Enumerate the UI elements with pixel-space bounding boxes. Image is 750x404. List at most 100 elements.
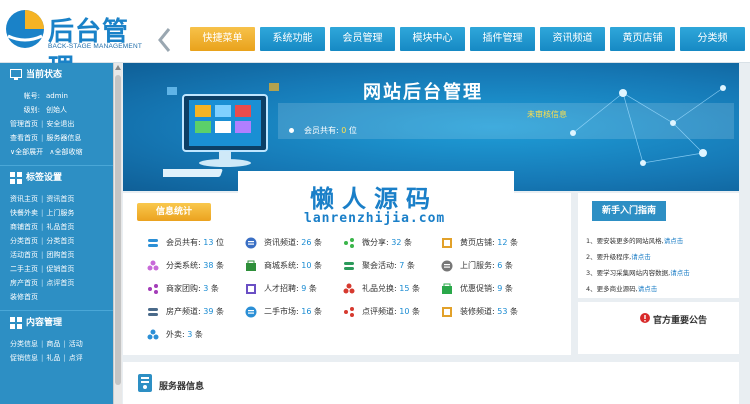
stat-value: 13: [203, 238, 214, 247]
stat-item[interactable]: 分类系统: 38 条: [147, 258, 257, 274]
nav-tab-7[interactable]: 分类频: [680, 27, 745, 51]
stat-unit: 条: [411, 307, 420, 316]
sidebar-link[interactable]: 促销信息: [10, 351, 38, 365]
stat-label: 礼品兑换:: [362, 284, 397, 293]
stat-item[interactable]: 商城系统: 10 条: [245, 258, 355, 274]
guide-item: 1、要安装更多的网站风格,请点击: [586, 233, 690, 249]
stat-item[interactable]: 聚会活动: 7 条: [343, 258, 453, 274]
logo-globe-icon: [6, 10, 44, 48]
sidebar-link[interactable]: 促销首页: [46, 262, 74, 276]
logout-link[interactable]: 安全退出: [46, 117, 74, 131]
account-label: 帐号:: [23, 92, 40, 100]
stat-item[interactable]: 资讯频道: 26 条: [245, 235, 355, 251]
collapse-all-link[interactable]: ∧全部收缩: [49, 145, 82, 159]
stat-unit: 条: [313, 261, 322, 270]
stat-item[interactable]: 点评频道: 10 条: [343, 304, 453, 320]
sidebar-link[interactable]: 商铺首页: [10, 220, 38, 234]
server-info-link[interactable]: 服务器信息: [46, 131, 81, 145]
groupbuy-icon: [148, 284, 158, 294]
stat-unit: 条: [403, 238, 412, 247]
logo[interactable]: 后台管理 BACK-STAGE MANAGEMENT: [4, 6, 154, 84]
stat-item[interactable]: 人才招聘: 9 条: [245, 281, 355, 297]
watermark-cn: 懒人源码: [310, 185, 438, 213]
pending-info-title[interactable]: 未审核信息: [527, 109, 567, 120]
info-statistics-tag: 信息统计: [137, 203, 211, 221]
watermark: 懒人源码 lanrenzhijia.com: [238, 171, 514, 233]
guide-text: 1、要安装更多的网站风格,: [586, 237, 664, 245]
house-icon: [148, 308, 158, 316]
sidebar-link[interactable]: 装修首页: [10, 290, 38, 304]
sidebar-link[interactable]: 礼品首页: [46, 220, 74, 234]
stat-item[interactable]: 上门服务: 6 条: [441, 258, 551, 274]
expand-all-link[interactable]: ∨全部展开: [10, 145, 43, 159]
nav-prev-arrow-icon[interactable]: [156, 26, 174, 54]
stat-item[interactable]: 商家团购: 3 条: [147, 281, 257, 297]
guide-link[interactable]: 请点击: [670, 269, 690, 277]
gift-icon: [343, 283, 355, 294]
sidebar-link[interactable]: 资讯首页: [46, 192, 74, 206]
sidebar-row: 商铺首页 | 礼品首页: [10, 220, 107, 234]
stat-text: 上门服务: 6 条: [460, 258, 513, 274]
sidebar-link[interactable]: 礼品: [46, 351, 60, 365]
guide-item: 2、要升级程序,请点击: [586, 249, 690, 265]
sidebar-status-header[interactable]: 当前状态: [0, 63, 113, 87]
scroll-up-icon[interactable]: [115, 65, 121, 70]
stat-item[interactable]: 微分享: 32 条: [343, 235, 453, 251]
nav-tab-6[interactable]: 黄页店铺: [610, 27, 675, 51]
stat-unit: 位: [215, 238, 224, 247]
sidebar-link[interactable]: 活动: [69, 337, 83, 351]
nav-tab-5[interactable]: 资讯频道: [540, 27, 605, 51]
server-icon: [138, 374, 152, 392]
nav-tab-4[interactable]: 插件管理: [470, 27, 535, 51]
sidebar-link[interactable]: 二手主页: [10, 262, 38, 276]
guide-link[interactable]: 请点击: [631, 253, 651, 261]
stat-item[interactable]: 礼品兑换: 15 条: [343, 281, 453, 297]
sidebar-link[interactable]: 点评: [69, 351, 83, 365]
sidebar-row: 房产首页 | 点评首页: [10, 276, 107, 290]
status-links-3: ∨全部展开 ∧全部收缩: [10, 145, 107, 159]
sidebar-tags-header[interactable]: 标签设置: [0, 166, 113, 190]
nav-tab-0[interactable]: 快捷菜单: [190, 27, 255, 51]
sidebar-scrollbar[interactable]: [113, 63, 122, 404]
nav-tab-1[interactable]: 系统功能: [260, 27, 325, 51]
stat-item[interactable]: 二手市场: 16 条: [245, 304, 355, 320]
sidebar-status-title: 当前状态: [26, 70, 63, 80]
monitor-icon: [10, 69, 22, 80]
sidebar-link[interactable]: 上门服务: [46, 206, 74, 220]
sidebar-link[interactable]: 点评首页: [46, 276, 74, 290]
sidebar-row: 装修首页: [10, 290, 107, 304]
nav-tab-2[interactable]: 会员管理: [330, 27, 395, 51]
stat-unit: 条: [504, 261, 513, 270]
share-icon: [344, 238, 354, 248]
guide-link[interactable]: 请点击: [664, 237, 684, 245]
stat-item[interactable]: 会员共有: 13 位: [147, 235, 257, 251]
sidebar-link[interactable]: 房产首页: [10, 276, 38, 290]
sidebar-link[interactable]: 分类首页: [46, 234, 74, 248]
scrollbar-thumb[interactable]: [115, 75, 121, 385]
separator: |: [41, 223, 44, 231]
stat-item[interactable]: 黄页店铺: 12 条: [441, 235, 551, 251]
sidebar-link[interactable]: 快餐外卖: [10, 206, 38, 220]
guide-link[interactable]: 请点击: [638, 285, 658, 293]
sidebar-link[interactable]: 活动首页: [10, 248, 38, 262]
manage-home-link[interactable]: 管理首页: [10, 117, 38, 131]
sidebar-link[interactable]: 资讯主页: [10, 192, 38, 206]
sidebar-tags-title: 标签设置: [26, 173, 63, 183]
sidebar-link[interactable]: 分类信息: [10, 337, 38, 351]
stat-item[interactable]: 装修频道: 53 条: [441, 304, 551, 320]
sidebar-content-title: 内容管理: [26, 318, 63, 328]
nav-tab-3[interactable]: 模块中心: [400, 27, 465, 51]
stat-item[interactable]: 房产频道: 39 条: [147, 304, 257, 320]
sidebar-link[interactable]: 商品: [46, 337, 60, 351]
sidebar-row: 分类信息 | 商品 | 活动: [10, 337, 107, 351]
notice-panel: 官方重要公告: [578, 302, 739, 354]
stat-item[interactable]: 优惠促销: 9 条: [441, 281, 551, 297]
notice-title[interactable]: 官方重要公告: [653, 313, 707, 326]
sidebar-link[interactable]: 分类首页: [10, 234, 38, 248]
sidebar-content-header[interactable]: 内容管理: [0, 311, 113, 335]
guide-text: 3、要学习采集网站内容数据,: [586, 269, 671, 277]
sidebar-link[interactable]: 团购首页: [46, 248, 74, 262]
view-home-link[interactable]: 查看首页: [10, 131, 38, 145]
stat-item[interactable]: 外卖: 3 条: [147, 327, 257, 343]
stat-label: 人才招聘:: [264, 284, 299, 293]
